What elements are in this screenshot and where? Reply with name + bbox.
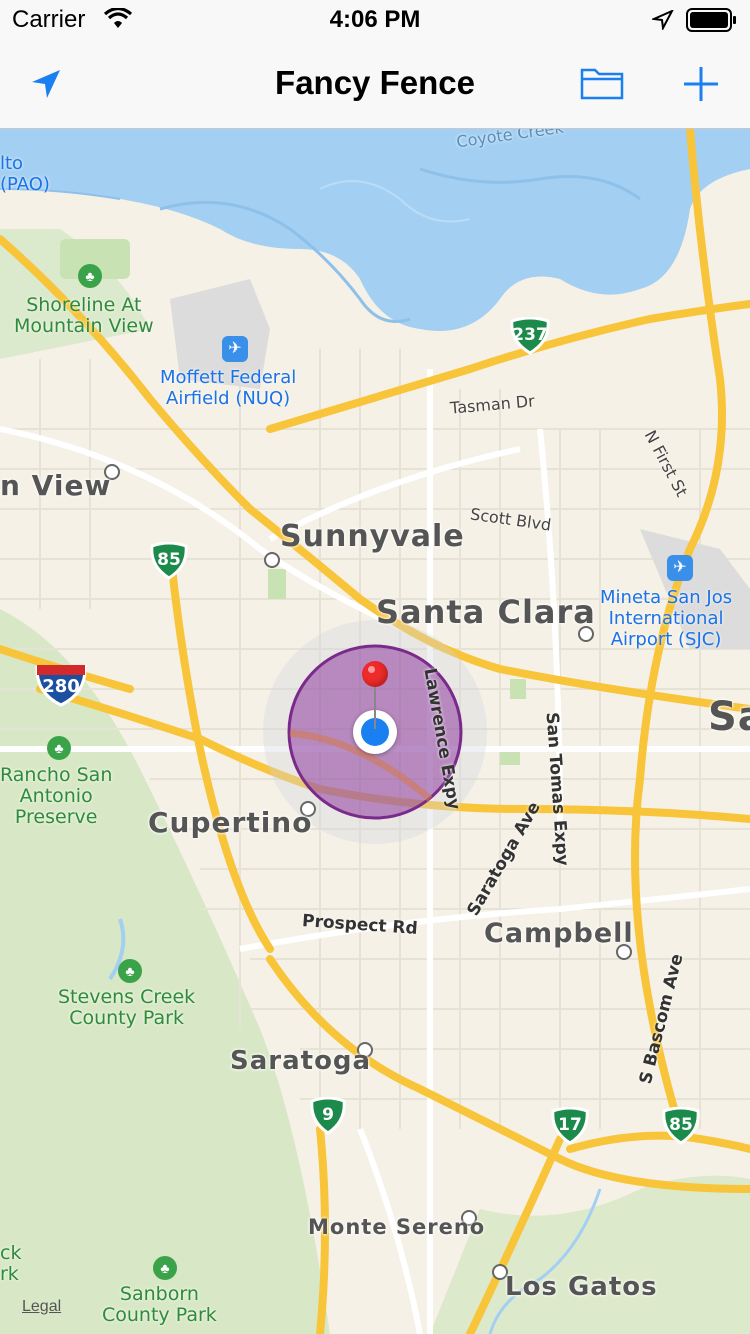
shield-number: 85 — [157, 550, 181, 570]
add-fence-button[interactable] — [680, 64, 722, 104]
city-label: Monte Sereno — [308, 1215, 486, 1239]
highway-shield: 237 — [508, 317, 552, 355]
airport-label: lto (PAO) — [0, 153, 50, 195]
highway-shield: 85 — [660, 1107, 702, 1145]
park-label: ck rk — [0, 1242, 22, 1285]
location-services-icon — [652, 10, 674, 30]
page-title: Fancy Fence — [275, 64, 475, 101]
park-label: Stevens Creek County Park — [58, 986, 196, 1029]
park-label: Rancho San Antonio Preserve — [0, 764, 113, 828]
status-bar: Carrier 4:06 PM — [0, 0, 750, 40]
shield-number: 17 — [558, 1115, 582, 1135]
city-label: Campbell — [484, 918, 634, 949]
park-icon: ♣ — [78, 264, 102, 288]
park-icon: ♣ — [118, 959, 142, 983]
city-label: Sunnyvale — [280, 519, 465, 554]
saved-fences-button[interactable] — [578, 62, 626, 104]
battery-icon — [686, 8, 736, 32]
city-label: Santa Clara — [376, 593, 596, 631]
city-label: Cupertino — [148, 806, 313, 839]
park-label: Shoreline At Mountain View — [14, 294, 154, 337]
park-label: Sanborn County Park — [102, 1283, 217, 1326]
status-time: 4:06 PM — [329, 6, 421, 33]
city-label: Saratoga — [230, 1046, 372, 1076]
shield-number: 9 — [322, 1105, 334, 1125]
park-icon: ♣ — [153, 1256, 177, 1280]
airport-icon: ✈ — [667, 555, 693, 581]
navigation-bar: Fancy Fence — [0, 40, 750, 129]
highway-shield: 17 — [549, 1107, 591, 1145]
plus-icon — [684, 67, 718, 101]
airport-label: Moffett Federal Airfield (NUQ) — [160, 367, 297, 409]
airport-label: Mineta San Jos International Airport (SJ… — [600, 587, 733, 650]
highway-shield: 85 — [148, 542, 190, 580]
city-label: Los Gatos — [505, 1272, 658, 1302]
legal-link[interactable]: Legal — [22, 1298, 61, 1316]
highway-shield: 9 — [308, 1097, 348, 1135]
fence-center-pin[interactable] — [360, 659, 390, 734]
city-label: n View — [0, 469, 112, 502]
folder-icon — [580, 68, 624, 100]
map-view[interactable]: ♣ ♣ ♣ ♣ ✈ ✈ n View Sunnyvale Santa Clara… — [0, 129, 750, 1334]
park-icon: ♣ — [47, 736, 71, 760]
airport-icon: ✈ — [222, 336, 248, 362]
interstate-shield: 280 — [34, 661, 88, 707]
city-label: Sa — [708, 694, 750, 740]
place-dot — [264, 552, 280, 568]
shield-number: 85 — [669, 1115, 693, 1135]
shield-number: 237 — [512, 325, 548, 345]
shield-number: 280 — [42, 676, 80, 697]
